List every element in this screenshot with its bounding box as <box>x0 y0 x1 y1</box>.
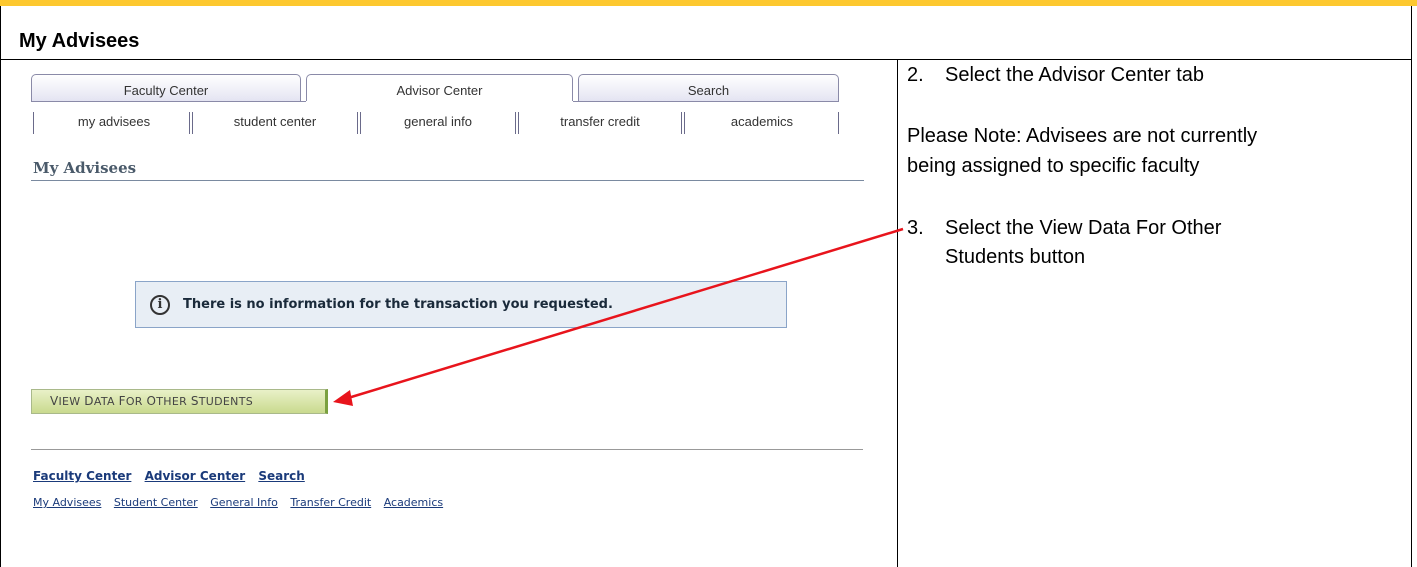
callout-arrow-head <box>333 390 353 406</box>
callout-arrow <box>333 227 904 406</box>
callout-arrow-line <box>347 227 904 400</box>
